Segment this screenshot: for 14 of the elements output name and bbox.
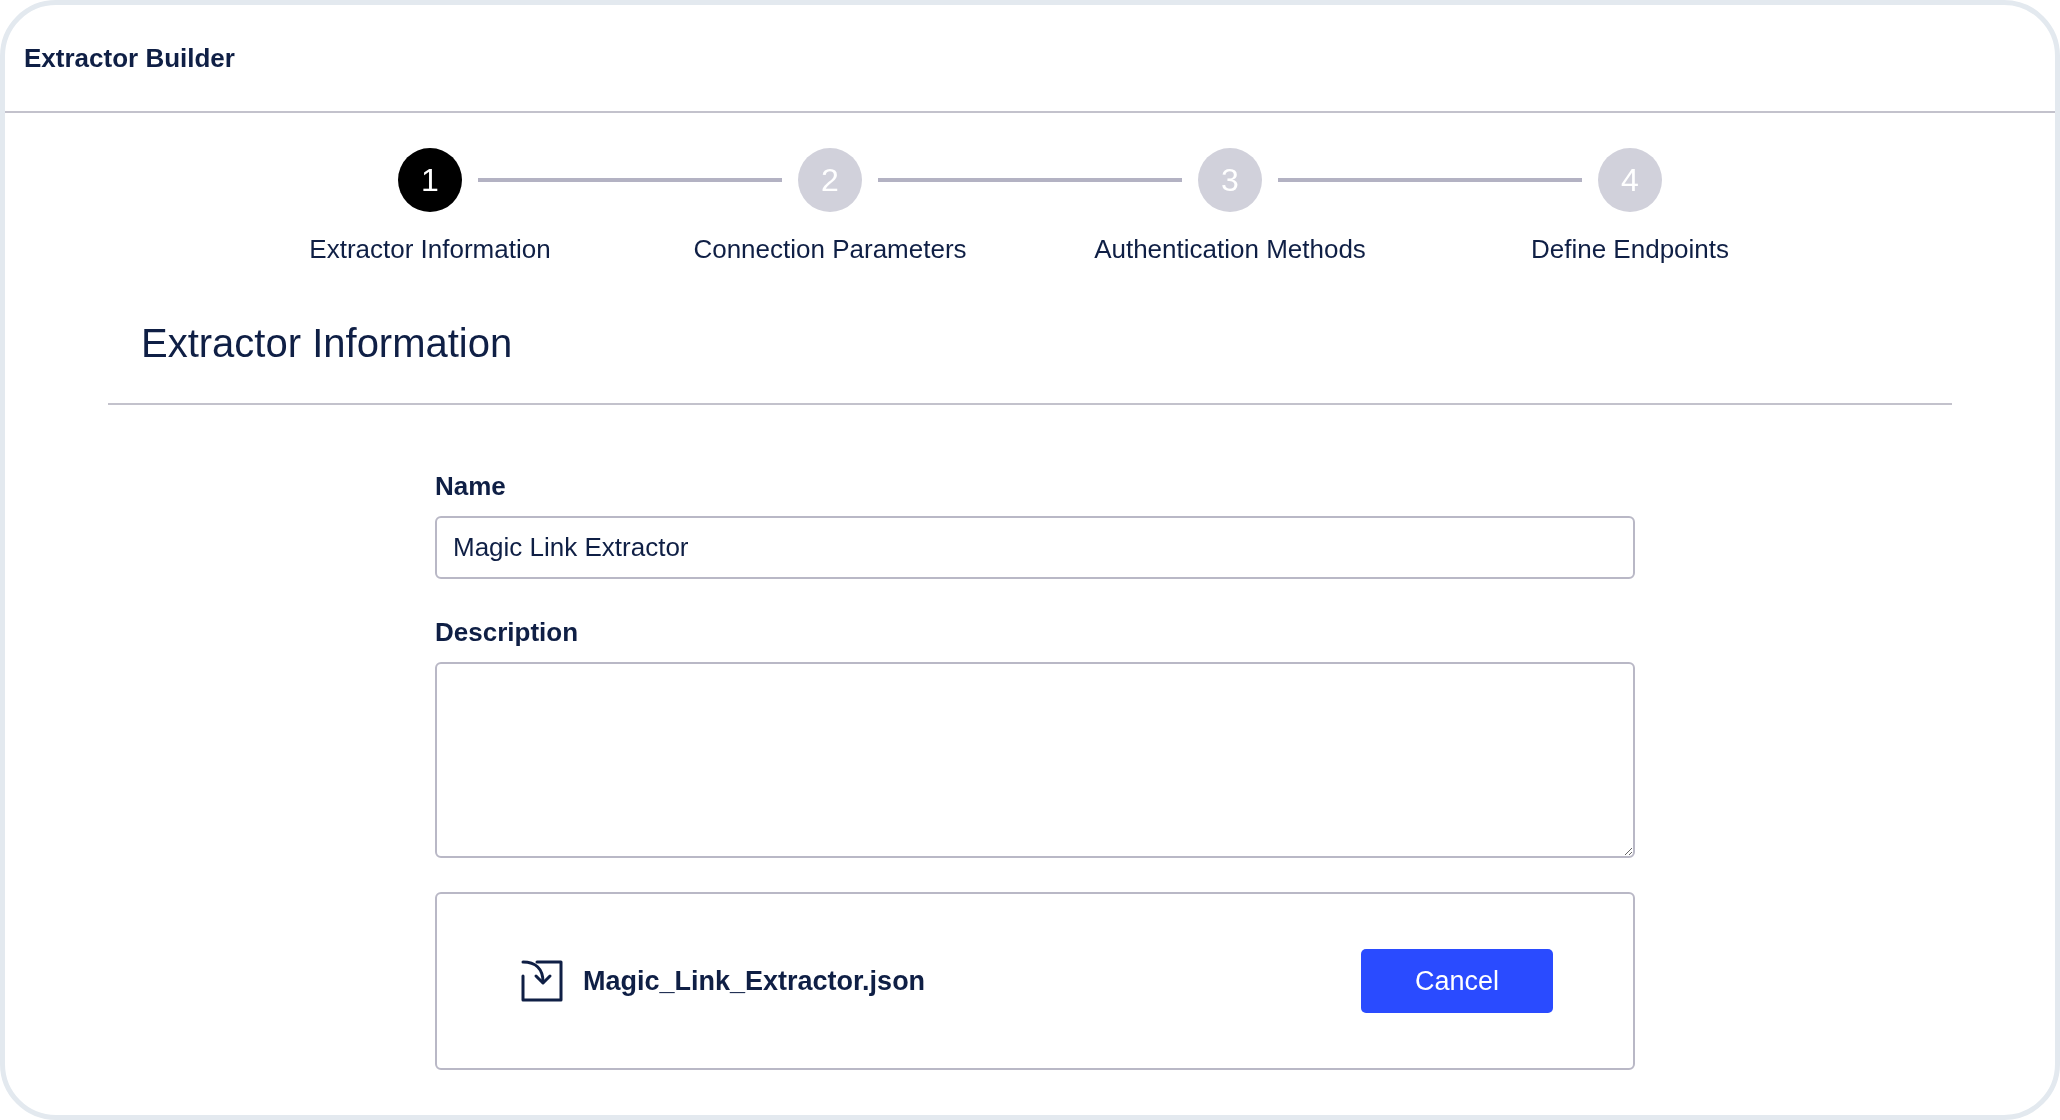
file-import-icon bbox=[521, 960, 563, 1002]
step-label: Define Endpoints bbox=[1531, 233, 1729, 266]
step-label: Authentication Methods bbox=[1094, 233, 1366, 266]
section-title: Extractor Information bbox=[141, 320, 514, 367]
description-input-field[interactable] bbox=[435, 662, 1635, 858]
name-input-field[interactable]: Magic Link Extractor bbox=[435, 516, 1635, 579]
cancel-button[interactable]: Cancel bbox=[1361, 949, 1553, 1013]
step-number[interactable]: 1 bbox=[398, 148, 462, 212]
step-label: Connection Parameters bbox=[693, 233, 967, 266]
file-name: Magic_Link_Extractor.json bbox=[583, 964, 926, 998]
field-label: Name bbox=[435, 470, 506, 503]
window-title: Extractor Builder bbox=[24, 41, 235, 75]
step-label: Extractor Information bbox=[309, 233, 551, 266]
field-label: Description bbox=[435, 616, 579, 649]
